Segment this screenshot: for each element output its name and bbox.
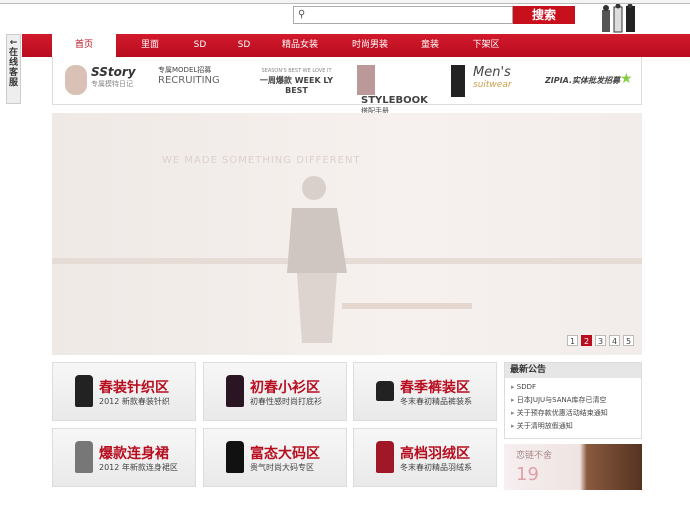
promo-ad[interactable]: 恋链不舍 19 <box>504 444 642 490</box>
arrow-left-icon: ← <box>9 38 18 48</box>
page-button[interactable]: 3 <box>595 335 606 346</box>
search-icon: ⚲ <box>298 9 306 20</box>
category-tile[interactable]: 春季裤装区 冬末春初精品裤装系 <box>353 362 497 421</box>
main-nav: 首页 里面 SD SD 精品女装 时尚男装 童装 下架区 <box>22 34 690 57</box>
search-box[interactable]: ⚲ <box>293 6 513 24</box>
online-service-tab[interactable]: ← 在线客服 <box>6 34 21 104</box>
notice-item[interactable]: 日本JUJU与SANA库存已清空 <box>505 394 641 407</box>
nav-item[interactable]: 时尚男装 <box>338 34 402 57</box>
header-models-image <box>596 3 642 34</box>
page-button[interactable]: 5 <box>623 335 634 346</box>
top-border <box>0 0 690 4</box>
notice-item[interactable]: 关于预存款优惠活动结束通知 <box>505 407 641 420</box>
category-tile[interactable]: 春装针织区 2012 新款春装针织 <box>52 362 196 421</box>
garment-icon <box>75 441 93 473</box>
search-input[interactable] <box>312 9 502 21</box>
nav-home[interactable]: 首页 <box>52 34 116 57</box>
notice-item[interactable]: SDDF <box>505 381 641 394</box>
hero-banner[interactable]: WE MADE SOMETHING DIFFERENT 1 2 3 4 5 <box>52 113 642 355</box>
nav-item[interactable]: SD <box>212 34 276 57</box>
nav-item[interactable]: 精品女装 <box>268 34 332 57</box>
category-tile[interactable]: 初春小衫区 初春性感时尚打底衫 <box>203 362 347 421</box>
ad-title: 恋链不舍 <box>516 451 553 461</box>
feature-logo-strip: SStory 专属模特日记 专属MODEL招募 RECRUITING SEASON'… <box>52 57 642 115</box>
notice-title: 最新公告 <box>505 363 641 378</box>
garment-icon <box>376 381 394 401</box>
category-tile[interactable]: 爆款连身裙 2012 年新款连身裙区 <box>52 428 196 487</box>
banner-pagination: 1 2 3 4 5 <box>567 335 634 346</box>
tile-title: 春季裤装区 <box>400 380 470 396</box>
tile-title: 初春小衫区 <box>250 380 320 396</box>
tile-title: 爆款连身裙 <box>99 446 169 462</box>
garment-icon <box>75 375 93 407</box>
tile-title: 富态大码区 <box>250 446 320 462</box>
notice-panel: 最新公告 SDDF 日本JUJU与SANA库存已清空 关于预存款优惠活动结束通知… <box>504 362 642 439</box>
logo-stylebook[interactable]: STYLEBOOK 搭配手册 <box>357 65 442 115</box>
garment-icon <box>376 441 394 473</box>
tile-subtitle: 冬末春初精品裤装系 <box>400 397 472 406</box>
logo-weekly-best[interactable]: SEASON'S BEST WE LOVE IT 一周爆款 WEEK LY BES… <box>249 65 344 97</box>
logo-zipia[interactable]: ZIPIA.实体批发招募★ <box>545 71 635 103</box>
logo-sstory[interactable]: SStory 专属模特日记 <box>65 65 150 97</box>
tile-subtitle: 冬末春初精品羽绒系 <box>400 463 472 472</box>
search-button[interactable]: 搜索 <box>513 6 575 24</box>
tile-title: 高档羽绒区 <box>400 446 470 462</box>
online-service-label: 在线客服 <box>8 48 18 88</box>
ad-price: 19 <box>516 464 539 485</box>
category-tile[interactable]: 高档羽绒区 冬末春初精品羽绒系 <box>353 428 497 487</box>
logo-mens-suitwear[interactable]: Men's suitwear <box>451 65 536 97</box>
page-button[interactable]: 4 <box>609 335 620 346</box>
category-tile[interactable]: 富态大码区 贵气时尚大码专区 <box>203 428 347 487</box>
garment-icon <box>226 441 244 473</box>
banner-photo <box>52 176 642 343</box>
tile-title: 春装针织区 <box>99 380 169 396</box>
page-button-active[interactable]: 2 <box>581 335 592 346</box>
tile-subtitle: 2012 新款春装针织 <box>99 397 170 406</box>
tile-subtitle: 初春性感时尚打底衫 <box>250 397 322 406</box>
page-button[interactable]: 1 <box>567 335 578 346</box>
nav-item[interactable]: 下架区 <box>454 34 518 57</box>
tile-subtitle: 2012 年新款连身裙区 <box>99 463 178 472</box>
notice-item[interactable]: 关于清明放假通知 <box>505 420 641 433</box>
garment-icon <box>226 375 244 407</box>
tile-subtitle: 贵气时尚大码专区 <box>250 463 314 472</box>
star-icon: ★ <box>620 71 633 87</box>
nav-item[interactable]: 童装 <box>398 34 462 57</box>
logo-recruiting[interactable]: 专属MODEL招募 RECRUITING <box>158 65 243 97</box>
